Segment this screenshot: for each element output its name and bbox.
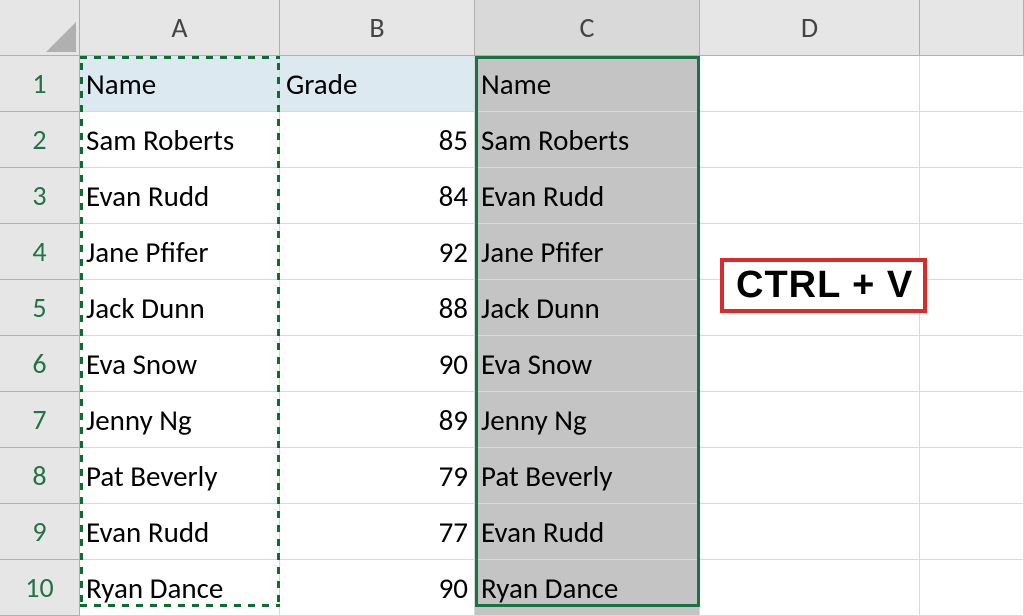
row-header[interactable]: 8	[0, 448, 80, 504]
cell-a4[interactable]: Jane Pfifer	[80, 224, 280, 280]
cell-c6[interactable]: Eva Snow	[475, 336, 700, 392]
cell-b10[interactable]: 90	[280, 560, 475, 616]
cell-c1[interactable]: Name	[475, 56, 700, 112]
row-header[interactable]: 9	[0, 504, 80, 560]
cell-d6[interactable]	[700, 336, 920, 392]
cell-c2[interactable]: Sam Roberts	[475, 112, 700, 168]
row-header[interactable]: 5	[0, 280, 80, 336]
cell-c5[interactable]: Jack Dunn	[475, 280, 700, 336]
cell-b4[interactable]: 92	[280, 224, 475, 280]
cell-b5[interactable]: 88	[280, 280, 475, 336]
column-header-empty[interactable]	[920, 0, 1024, 56]
row-header[interactable]: 2	[0, 112, 80, 168]
cell-a5[interactable]: Jack Dunn	[80, 280, 280, 336]
cell-d7[interactable]	[700, 392, 920, 448]
cell-e1[interactable]	[920, 56, 1024, 112]
cell-e3[interactable]	[920, 168, 1024, 224]
cell-c8[interactable]: Pat Beverly	[475, 448, 700, 504]
cell-a9[interactable]: Evan Rudd	[80, 504, 280, 560]
cell-b9[interactable]: 77	[280, 504, 475, 560]
cell-a1[interactable]: Name	[80, 56, 280, 112]
cell-a10[interactable]: Ryan Dance	[80, 560, 280, 616]
cell-c9[interactable]: Evan Rudd	[475, 504, 700, 560]
column-header-b[interactable]: B	[280, 0, 475, 56]
cell-d10[interactable]	[700, 560, 920, 616]
cell-c4[interactable]: Jane Pfifer	[475, 224, 700, 280]
cell-d2[interactable]	[700, 112, 920, 168]
cell-b8[interactable]: 79	[280, 448, 475, 504]
row-header[interactable]: 7	[0, 392, 80, 448]
cell-a6[interactable]: Eva Snow	[80, 336, 280, 392]
cell-a2[interactable]: Sam Roberts	[80, 112, 280, 168]
cell-d9[interactable]	[700, 504, 920, 560]
cell-a8[interactable]: Pat Beverly	[80, 448, 280, 504]
cell-c3[interactable]: Evan Rudd	[475, 168, 700, 224]
select-all-corner[interactable]	[0, 0, 80, 56]
cell-d8[interactable]	[700, 448, 920, 504]
row-header[interactable]: 3	[0, 168, 80, 224]
row-header[interactable]: 4	[0, 224, 80, 280]
row-header[interactable]: 6	[0, 336, 80, 392]
cell-e8[interactable]	[920, 448, 1024, 504]
cell-e4[interactable]	[920, 224, 1024, 280]
cell-a7[interactable]: Jenny Ng	[80, 392, 280, 448]
cell-e2[interactable]	[920, 112, 1024, 168]
column-header-d[interactable]: D	[700, 0, 920, 56]
cell-d1[interactable]	[700, 56, 920, 112]
cell-b1[interactable]: Grade	[280, 56, 475, 112]
cell-b7[interactable]: 89	[280, 392, 475, 448]
cell-c7[interactable]: Jenny Ng	[475, 392, 700, 448]
cell-e7[interactable]	[920, 392, 1024, 448]
cell-b2[interactable]: 85	[280, 112, 475, 168]
cell-a3[interactable]: Evan Rudd	[80, 168, 280, 224]
column-header-a[interactable]: A	[80, 0, 280, 56]
row-header[interactable]: 1	[0, 56, 80, 112]
row-header[interactable]: 10	[0, 560, 80, 616]
cell-e5[interactable]	[920, 280, 1024, 336]
column-header-c[interactable]: C	[475, 0, 700, 56]
cell-e6[interactable]	[920, 336, 1024, 392]
cell-b3[interactable]: 84	[280, 168, 475, 224]
keyboard-shortcut-annotation: CTRL + V	[720, 258, 927, 313]
cell-d3[interactable]	[700, 168, 920, 224]
cell-e10[interactable]	[920, 560, 1024, 616]
cell-c10[interactable]: Ryan Dance	[475, 560, 700, 616]
cell-e9[interactable]	[920, 504, 1024, 560]
cell-b6[interactable]: 90	[280, 336, 475, 392]
